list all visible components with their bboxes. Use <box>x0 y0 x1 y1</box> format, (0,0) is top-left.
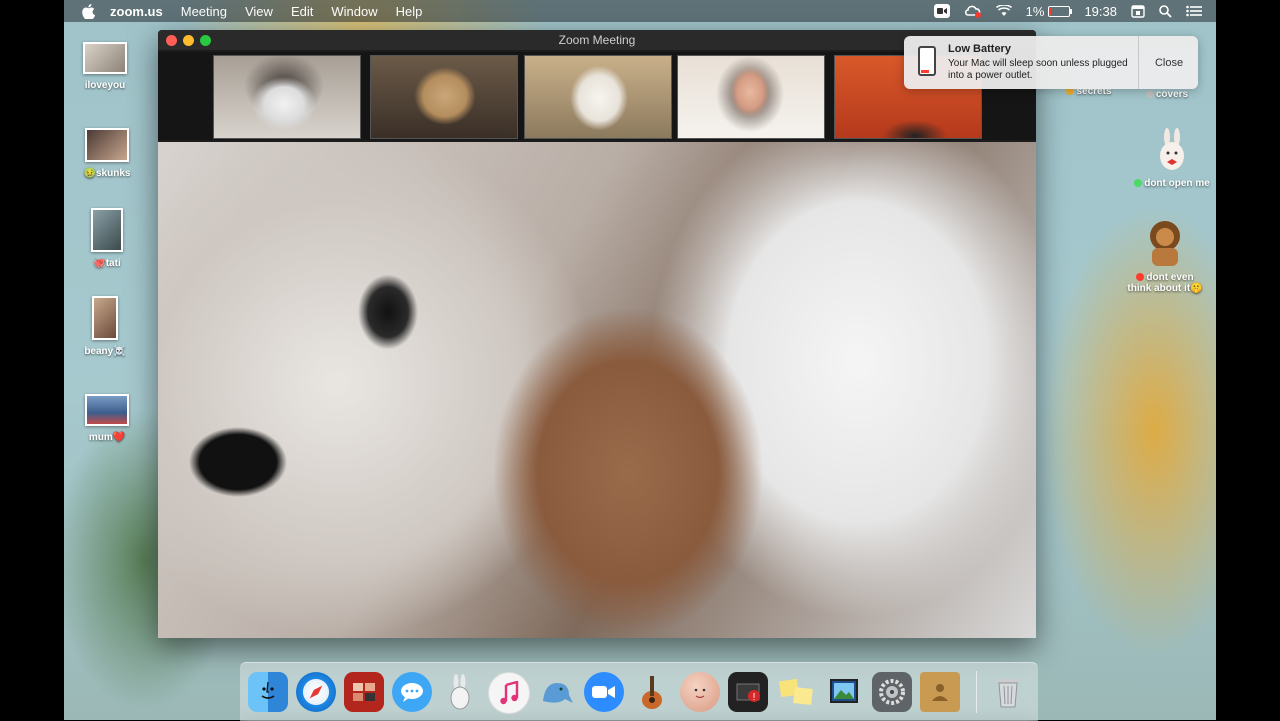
contacts-icon[interactable] <box>920 672 960 712</box>
rabbit-icon <box>1157 128 1187 172</box>
lion-icon <box>1142 218 1188 268</box>
desktop-item-label: beany <box>84 346 114 357</box>
preview-icon[interactable] <box>824 672 864 712</box>
desktop-item-covers[interactable]: covers <box>1122 89 1212 100</box>
photo-thumbnail <box>85 394 129 426</box>
photo-booth-icon[interactable] <box>344 672 384 712</box>
photo-thumbnail <box>91 208 123 252</box>
photo-thumbnail <box>83 42 127 74</box>
dock-separator <box>976 671 977 713</box>
seal-app-icon[interactable] <box>536 672 576 712</box>
svg-text:!: ! <box>753 692 756 703</box>
photo-app-icon[interactable]: ! <box>728 672 768 712</box>
notification-close-button[interactable]: Close <box>1140 36 1198 89</box>
calendar-icon[interactable] <box>1131 4 1145 18</box>
tag-emoji: 🐙 <box>93 258 106 269</box>
desktop-item-label-line1: dont even <box>1146 272 1194 283</box>
spotlight-search-icon[interactable] <box>1159 4 1172 18</box>
battery-warning-icon <box>918 46 936 76</box>
battery-level-fill <box>1050 7 1052 15</box>
finder-icon[interactable] <box>248 672 288 712</box>
photo-thumbnail <box>85 128 129 162</box>
desktop-item-label: skunks <box>95 168 131 179</box>
desktop-item-dont-open-me[interactable]: dont open me <box>1118 128 1226 189</box>
itunes-icon[interactable] <box>488 672 530 714</box>
tag-emoji: ❤️ <box>112 432 126 443</box>
battery-icon[interactable] <box>1048 5 1073 17</box>
stickies-icon[interactable] <box>776 672 816 712</box>
system-preferences-icon[interactable] <box>872 672 912 712</box>
clock[interactable]: 19:38 <box>1084 4 1117 19</box>
desktop-item-label-line2: think about it <box>1127 283 1191 294</box>
desktop-item-label: iloveyou <box>84 80 126 91</box>
menu-bar: zoom.us Meeting View Edit Window Help 1%… <box>64 0 1216 22</box>
desktop-item-label: mum <box>88 432 113 443</box>
participant-tile-husky[interactable] <box>213 55 361 139</box>
menu-window[interactable]: Window <box>331 4 377 19</box>
notification-center-icon[interactable] <box>1186 5 1202 17</box>
notification-divider <box>1138 36 1139 89</box>
messages-icon[interactable] <box>392 672 432 712</box>
tag-dot <box>1136 273 1145 282</box>
desktop-item-label: tati <box>105 258 121 269</box>
tag-dot <box>1134 179 1143 188</box>
trash-icon[interactable] <box>988 672 1028 712</box>
menu-edit[interactable]: Edit <box>291 4 313 19</box>
desktop-item-beany[interactable]: beany☠️ <box>60 296 150 357</box>
photo-thumbnail <box>92 296 118 340</box>
face-app-icon[interactable] <box>680 672 720 712</box>
desktop-item-skunks[interactable]: 🤢skunks <box>62 128 152 179</box>
wifi-icon[interactable] <box>995 5 1012 17</box>
active-speaker-video[interactable] <box>158 142 1036 638</box>
menu-help[interactable]: Help <box>396 4 423 19</box>
apple-icon[interactable] <box>82 3 96 19</box>
dock: ! <box>240 662 1038 721</box>
zoom-icon[interactable] <box>584 672 624 712</box>
menu-app-name[interactable]: zoom.us <box>110 4 163 19</box>
low-battery-notification: Low Battery Your Mac will sleep soon unl… <box>904 36 1198 89</box>
desktop-item-iloveyou[interactable]: iloveyou <box>60 42 150 91</box>
desktop-item-tati[interactable]: 🐙tati <box>62 208 152 269</box>
notification-body: Your Mac will sleep soon unless plugged … <box>948 58 1128 81</box>
tag-emoji: 🤢 <box>83 168 96 179</box>
participant-tile-woman[interactable] <box>677 55 825 139</box>
tag-emoji: 🤫 <box>1190 283 1203 294</box>
safari-icon[interactable] <box>296 672 336 712</box>
participant-tile-poodle[interactable] <box>370 55 518 139</box>
zoom-meeting-window: Zoom Meeting <box>158 30 1036 638</box>
garageband-icon[interactable] <box>632 672 672 712</box>
notification-title: Low Battery <box>948 43 1011 55</box>
tag-dot <box>1145 90 1154 99</box>
participant-tile-terrier[interactable] <box>524 55 672 139</box>
tag-emoji: ☠️ <box>113 346 126 357</box>
zoom-status-icon[interactable] <box>933 4 950 18</box>
menu-meeting[interactable]: Meeting <box>181 4 227 19</box>
desktop-item-label: covers <box>1155 89 1189 100</box>
desktop-item-mum[interactable]: mum❤️ <box>62 394 152 443</box>
desktop-item-label: dont open me <box>1144 178 1210 189</box>
desktop-item-dont-even-think-about-it[interactable]: dont even think about it🤫 <box>1110 218 1220 294</box>
creative-cloud-icon[interactable] <box>964 4 982 18</box>
rabbit-app-icon[interactable] <box>440 672 480 712</box>
menu-view[interactable]: View <box>245 4 273 19</box>
battery-percent: 1% <box>1025 3 1045 19</box>
